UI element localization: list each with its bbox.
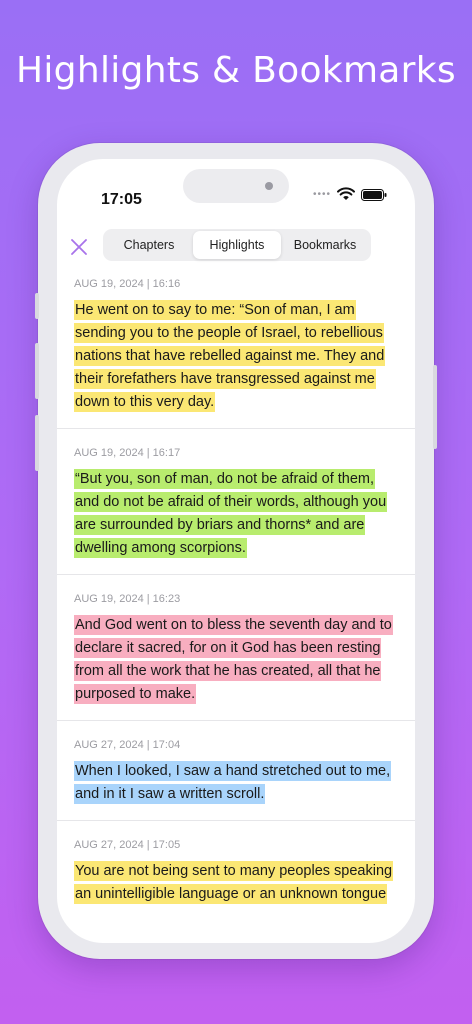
list-item[interactable]: AUG 19, 2024 | 16:16 He went on to say t… bbox=[57, 277, 415, 429]
highlight-text: And God went on to bless the seventh day… bbox=[74, 615, 393, 704]
battery-icon bbox=[361, 189, 387, 201]
highlight-text: He went on to say to me: “Son of man, I … bbox=[74, 300, 386, 412]
dynamic-island bbox=[183, 169, 289, 203]
mute-switch bbox=[35, 293, 39, 319]
tab-highlights[interactable]: Highlights bbox=[193, 231, 281, 259]
highlight-date: AUG 27, 2024 | 17:04 bbox=[74, 739, 181, 751]
signal-icon: •••• bbox=[313, 189, 332, 200]
list-item[interactable]: AUG 27, 2024 | 17:05 You are not being s… bbox=[57, 821, 415, 920]
volume-up-button bbox=[35, 343, 39, 399]
promo-headline: Highlights & Bookmarks bbox=[16, 50, 456, 91]
list-item[interactable]: AUG 19, 2024 | 16:17 “But you, son of ma… bbox=[57, 429, 415, 575]
close-icon bbox=[71, 239, 87, 255]
status-time: 17:05 bbox=[101, 191, 142, 208]
highlight-date: AUG 19, 2024 | 16:16 bbox=[74, 278, 181, 290]
phone-frame: 17:05 •••• Chapters Highlights Bookmarks… bbox=[35, 143, 437, 959]
highlight-text: You are not being sent to many peoples s… bbox=[74, 861, 394, 904]
highlight-date: AUG 19, 2024 | 16:23 bbox=[74, 593, 181, 605]
list-item[interactable]: AUG 27, 2024 | 17:04 When I looked, I sa… bbox=[57, 721, 415, 821]
camera-icon bbox=[265, 182, 273, 190]
volume-down-button bbox=[35, 415, 39, 471]
list-item[interactable]: AUG 19, 2024 | 16:23 And God went on to … bbox=[57, 575, 415, 721]
highlight-date: AUG 19, 2024 | 16:17 bbox=[74, 447, 181, 459]
tab-chapters[interactable]: Chapters bbox=[105, 231, 193, 259]
highlight-text: “But you, son of man, do not be afraid o… bbox=[74, 469, 388, 558]
status-bar: 17:05 •••• bbox=[57, 159, 415, 219]
tab-bookmarks[interactable]: Bookmarks bbox=[281, 231, 369, 259]
nav-row: Chapters Highlights Bookmarks bbox=[57, 229, 415, 269]
highlights-list: AUG 19, 2024 | 16:16 He went on to say t… bbox=[57, 277, 415, 920]
power-button bbox=[433, 365, 437, 449]
wifi-icon bbox=[337, 187, 355, 200]
close-button[interactable] bbox=[65, 233, 93, 261]
tab-segmented-control: Chapters Highlights Bookmarks bbox=[103, 229, 371, 261]
highlight-date: AUG 27, 2024 | 17:05 bbox=[74, 839, 181, 851]
app-screen: 17:05 •••• Chapters Highlights Bookmarks… bbox=[57, 159, 415, 943]
highlight-text: When I looked, I saw a hand stretched ou… bbox=[74, 761, 392, 804]
